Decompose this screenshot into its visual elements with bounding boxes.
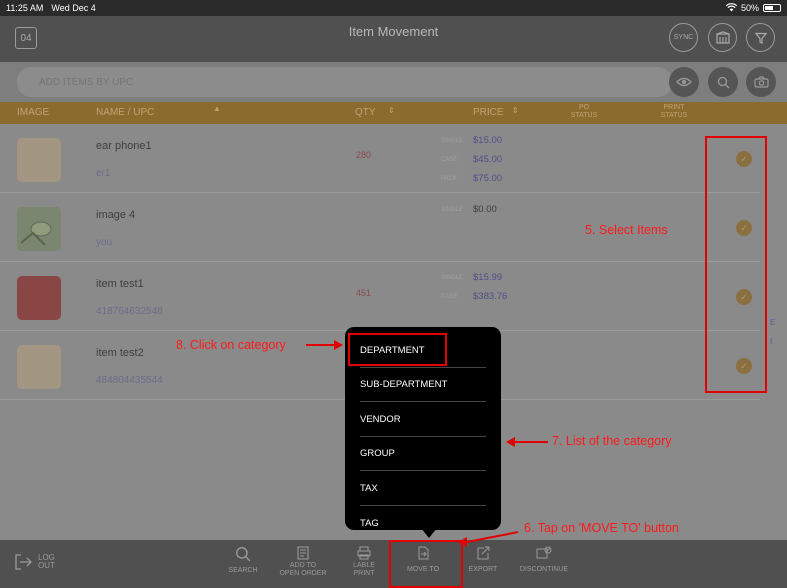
table-row[interactable]: ear phone1 er1 280 SINGLE $15.00 CASE $45.… [0,124,760,193]
col-qty[interactable]: QTY [355,107,376,118]
menu-item-tax[interactable]: TAX [360,472,486,506]
battery-percent: 50% [740,3,759,13]
status-date: Wed Dec 4 [51,3,96,13]
item-upc: er1 [96,168,111,179]
annotation-tap-move-to: 6. Tap on 'MOVE TO' button [524,521,679,535]
col-image: IMAGE [17,107,50,118]
col-price[interactable]: PRICE [473,107,504,118]
annotation-list-category: 7. List of the category [552,434,672,448]
item-thumbnail [17,276,61,320]
item-name: item test1 [96,278,144,290]
logout-button[interactable]: LOG OUT [15,554,55,570]
arrow-head [458,537,467,547]
arrow-head [334,340,343,350]
col-print-status: PRINT STATUS [660,104,688,119]
menu-item-vendor[interactable]: VENDOR [360,403,486,437]
search-icon [717,76,729,88]
item-qty: 280 [356,150,372,160]
add-to-open-order-button[interactable]: ADD TO OPEN ORDER [274,546,332,578]
item-prices: SINGLE $0.00 [441,204,497,215]
item-upc: 418764632548 [96,306,163,317]
item-name: ear phone1 [96,140,152,152]
item-prices: SINGLE $15.99 CASE $383.76 [441,272,508,302]
item-upc: you [96,237,113,248]
status-bar: 11:25 AM Wed Dec 4 50% [0,0,787,16]
item-prices: SINGLE $15.00 CASE $45.00 PACK $75.00 [441,135,503,184]
col-po-status: PO STATUS [570,104,598,119]
eye-icon [676,77,692,87]
store-icon [715,31,730,44]
search-icon [236,547,251,562]
export-icon [477,546,490,560]
filter-button[interactable] [746,23,775,52]
sync-icon: SYNC [673,34,694,41]
open-order-icon [297,546,309,560]
select-items-highlight [705,136,767,393]
popup-pointer [421,528,437,538]
arrow-head [506,437,515,447]
arrow-to-list [515,441,548,443]
logout-icon [15,554,32,570]
item-qty: 451 [356,288,372,298]
menu-item-sub-department[interactable]: SUB-DEPARTMENT [360,368,486,402]
print-icon [357,546,371,560]
item-name: image 4 [96,209,136,221]
table-row[interactable]: item test1 418764632548 451 SINGLE $15.99… [0,262,760,331]
sort-icon: ⇕ [388,106,395,115]
upc-search-input[interactable] [17,67,672,97]
item-upc: 484804435544 [96,375,163,386]
filter-icon [754,32,767,44]
search-toolbar-button[interactable]: SEARCH [226,546,260,575]
search-bar [0,62,787,102]
eye-button[interactable] [669,67,699,97]
col-name-upc[interactable]: NAME / UPC [96,107,154,118]
annotation-select-items: 5. Select Items [585,223,668,237]
table-header: IMAGE NAME / UPC ▲ QTY ⇕ PRICE ⇕ PO STATU… [0,102,787,124]
status-time: 11:25 AM [6,3,44,13]
index-letter[interactable]: E [770,318,775,327]
wifi-icon [725,2,738,14]
menu-item-tag[interactable]: TAG [360,506,486,530]
camera-icon [753,76,769,88]
item-thumbnail [17,345,61,389]
sync-button[interactable]: SYNC [669,23,698,52]
item-thumbnail [17,138,61,182]
camera-button[interactable] [746,67,776,97]
discontinue-icon [536,546,552,559]
battery-icon [763,4,781,12]
item-name: item test2 [96,347,144,359]
search-button[interactable] [708,67,738,97]
sort-caret-icon: ▲ [213,104,221,113]
move-to-highlight [389,540,463,588]
department-highlight [348,333,447,366]
index-letter[interactable]: I [770,337,772,346]
top-navigation: 04 Item Movement SYNC [0,16,787,62]
menu-item-group[interactable]: GROUP [360,437,486,471]
annotation-click-category: 8. Click on category [176,338,286,352]
arrow-to-department [306,344,336,346]
export-button[interactable]: EXPORT [465,546,501,574]
discontinue-button[interactable]: DISCONTINUE [514,546,574,574]
store-button[interactable] [708,23,737,52]
sort-icon: ⇕ [512,106,519,115]
item-thumbnail [17,207,61,251]
label-print-button[interactable]: LABLE PRINT [349,546,379,578]
